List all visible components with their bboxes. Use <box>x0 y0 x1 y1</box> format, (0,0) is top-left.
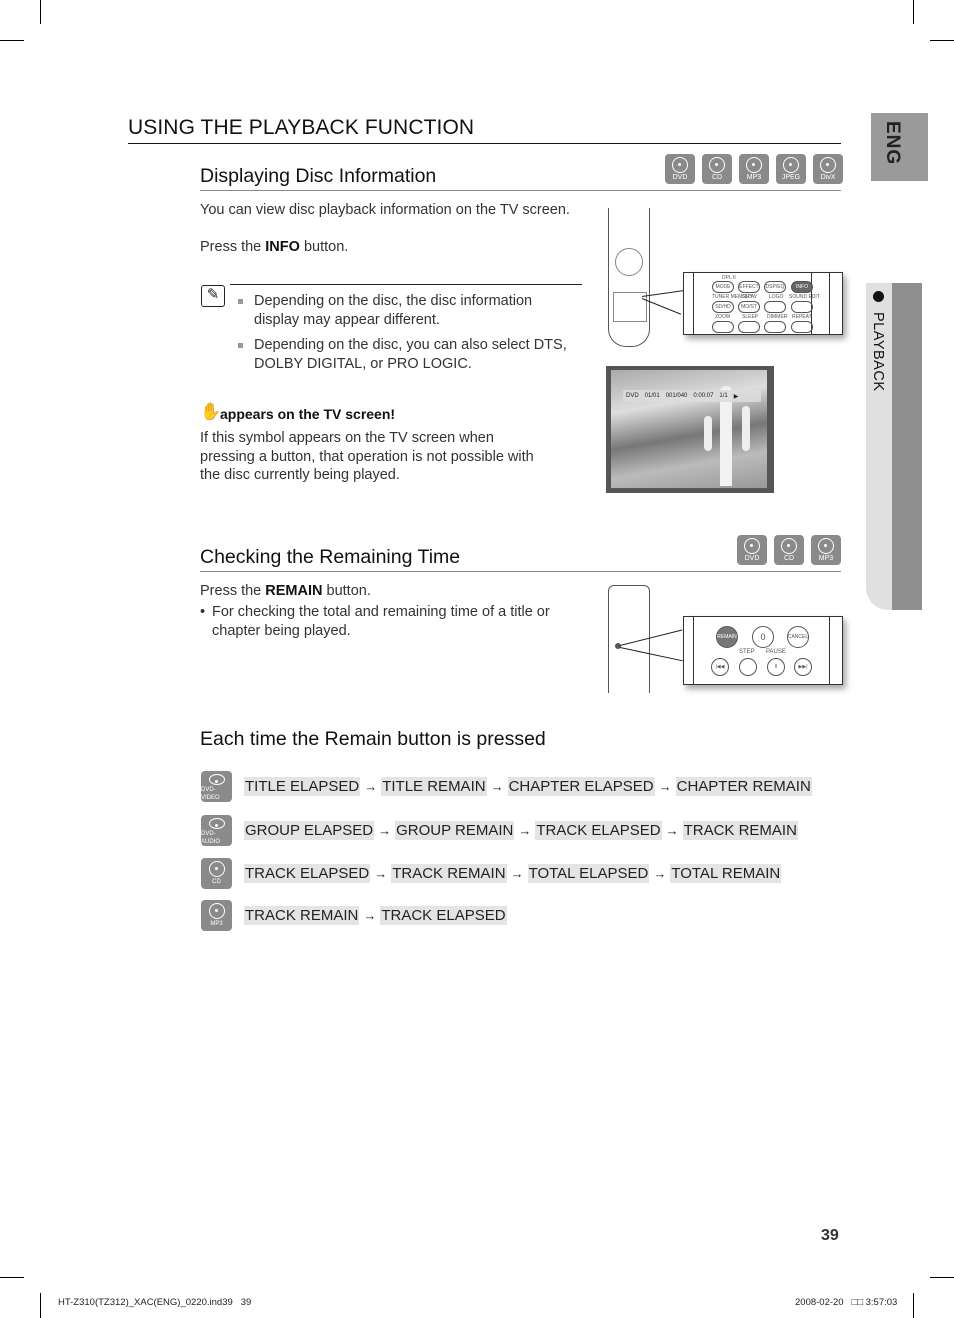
crop-mark <box>930 40 954 41</box>
skip-forward-button: ▶▶| <box>794 658 812 676</box>
flow-step: TRACK ELAPSED <box>244 864 371 883</box>
flow-step: TRACK REMAIN <box>244 906 360 925</box>
effect-button: EFFECT <box>738 281 760 293</box>
arrow-icon: → <box>364 779 378 794</box>
disc-badges-remaining: DVD CD MP3 <box>737 535 841 565</box>
flow-row-dvd-video: DVD-VIDEO TITLE ELAPSED → TITLE REMAIN → C… <box>201 771 812 802</box>
arrow-icon: → <box>518 823 532 838</box>
jpeg-disc-icon: JPEG <box>776 154 806 184</box>
dvd-disc-icon: DVD <box>737 535 767 565</box>
divx-disc-icon: DivX <box>813 154 843 184</box>
press-remain-instruction: Press the REMAIN button. <box>200 583 371 599</box>
language-tab: ENG <box>871 113 928 181</box>
flow-step: CHAPTER ELAPSED <box>507 777 655 796</box>
crop-mark <box>913 0 914 24</box>
crop-mark <box>913 1293 914 1318</box>
cd-disc-icon: CD <box>201 858 232 889</box>
flow-step: TITLE REMAIN <box>381 777 487 796</box>
step-button <box>739 658 757 676</box>
remain-button-name: REMAIN <box>265 583 323 599</box>
footer-file-info: HT-Z310(TZ312)_XAC(ENG)_0220.ind39 39 <box>58 1297 252 1308</box>
arrow-icon: → <box>665 823 679 838</box>
arrow-icon: → <box>510 866 524 881</box>
crop-mark <box>40 1293 41 1318</box>
flow-step: TRACK REMAIN <box>391 864 507 883</box>
note-divider <box>230 284 582 285</box>
sound-edit-button <box>791 301 813 313</box>
pause-button: II <box>767 658 785 676</box>
mo-st-button: MO/ST <box>738 301 760 313</box>
section-tab-bar <box>892 283 922 610</box>
section-tab-bullet-icon <box>873 291 884 302</box>
mp3-disc-icon: MP3 <box>811 535 841 565</box>
crop-mark <box>0 40 24 41</box>
flow-step: TRACK ELAPSED <box>535 821 662 840</box>
logo-button <box>764 301 786 313</box>
crop-mark <box>930 1277 954 1278</box>
flow-step: GROUP ELAPSED <box>244 821 375 840</box>
repeat-button <box>791 321 813 333</box>
press-info-instruction: Press the INFO button. <box>200 239 349 255</box>
dvd-disc-icon: DVD <box>665 154 695 184</box>
remain-bullet: • For checking the total and remaining ti… <box>200 604 550 639</box>
on-screen-info-bar: DVD 01/01 001/040 0:00:07 1/1 ▶ <box>623 390 761 402</box>
hand-icon: ✋ <box>200 402 222 421</box>
mp3-disc-icon: MP3 <box>201 900 232 931</box>
tv-screen-image: DVD 01/01 001/040 0:00:07 1/1 ▶ <box>606 366 774 493</box>
flow-step: TRACK REMAIN <box>682 821 798 840</box>
language-tab-label: ENG <box>882 121 903 166</box>
flow-row-dvd-audio: DVD-AUDIO GROUP ELAPSED → GROUP REMAIN → T… <box>201 815 798 846</box>
note-item: Depending on the disc, the disc informat… <box>238 292 574 329</box>
dvd-video-disc-icon: DVD-VIDEO <box>201 771 232 802</box>
zero-button: 0 <box>752 626 774 648</box>
sleep-button <box>738 321 760 333</box>
arrow-icon: → <box>653 866 667 881</box>
arrow-icon: → <box>374 866 388 881</box>
cd-disc-icon: CD <box>702 154 732 184</box>
hand-heading: appears on the TV screen! <box>220 406 396 422</box>
info-button: INFO <box>791 281 813 293</box>
flow-step: CHAPTER REMAIN <box>675 777 812 796</box>
remain-button-zoom-panel: REMAIN 0 CANCEL STEP PAUSE |◀◀ II ▶▶| <box>683 616 843 685</box>
remote-control-illustration <box>608 208 650 347</box>
crop-mark <box>0 1277 24 1278</box>
section-title-each-time: Each time the Remain button is pressed <box>200 728 546 750</box>
flow-step: TOTAL REMAIN <box>670 864 782 883</box>
page-title: USING THE PLAYBACK FUNCTION <box>128 116 841 144</box>
dsp-eq-button: DSP/EQ <box>764 281 786 293</box>
page-number: 39 <box>821 1227 839 1244</box>
note-pencil-icon: ✎ <box>201 285 225 307</box>
flow-step: TOTAL ELAPSED <box>527 864 650 883</box>
skip-back-button: |◀◀ <box>711 658 729 676</box>
note-item: Depending on the disc, you can also sele… <box>238 336 574 373</box>
section-tab-label: PLAYBACK <box>870 312 886 392</box>
disc-badges-disc-info: DVD CD MP3 JPEG DivX <box>665 154 843 184</box>
info-button-zoom-panel: DPL II MODE EFFECT DSP/EQ INFO TUNER MEM… <box>683 272 843 335</box>
dvd-audio-disc-icon: DVD-AUDIO <box>201 815 232 846</box>
cancel-button: CANCEL <box>787 626 809 648</box>
flow-step: TRACK ELAPSED <box>380 906 507 925</box>
zoom-button <box>712 321 734 333</box>
flow-row-cd: CD TRACK ELAPSED → TRACK REMAIN → TOTAL EL… <box>201 858 782 889</box>
cd-disc-icon: CD <box>774 535 804 565</box>
flow-step: GROUP REMAIN <box>395 821 515 840</box>
flow-step: TITLE ELAPSED <box>244 777 361 796</box>
sd-hd-button: SD/HD <box>712 301 734 313</box>
mode-button: MODE <box>712 281 734 293</box>
dimmer-button <box>764 321 786 333</box>
crop-mark <box>40 0 41 24</box>
disc-info-intro: You can view disc playback information o… <box>200 202 570 218</box>
footer-timestamp: 2008-02-20 □□ 3:57:03 <box>795 1297 898 1308</box>
arrow-icon: → <box>378 823 392 838</box>
arrow-icon: → <box>363 908 377 923</box>
arrow-icon: → <box>658 779 672 794</box>
remain-button: REMAIN <box>716 626 738 648</box>
info-button-name: INFO <box>265 239 300 255</box>
arrow-icon: → <box>490 779 504 794</box>
flow-row-mp3: MP3 TRACK REMAIN → TRACK ELAPSED <box>201 900 507 931</box>
hand-description: If this symbol appears on the TV screen … <box>200 430 534 483</box>
mp3-disc-icon: MP3 <box>739 154 769 184</box>
